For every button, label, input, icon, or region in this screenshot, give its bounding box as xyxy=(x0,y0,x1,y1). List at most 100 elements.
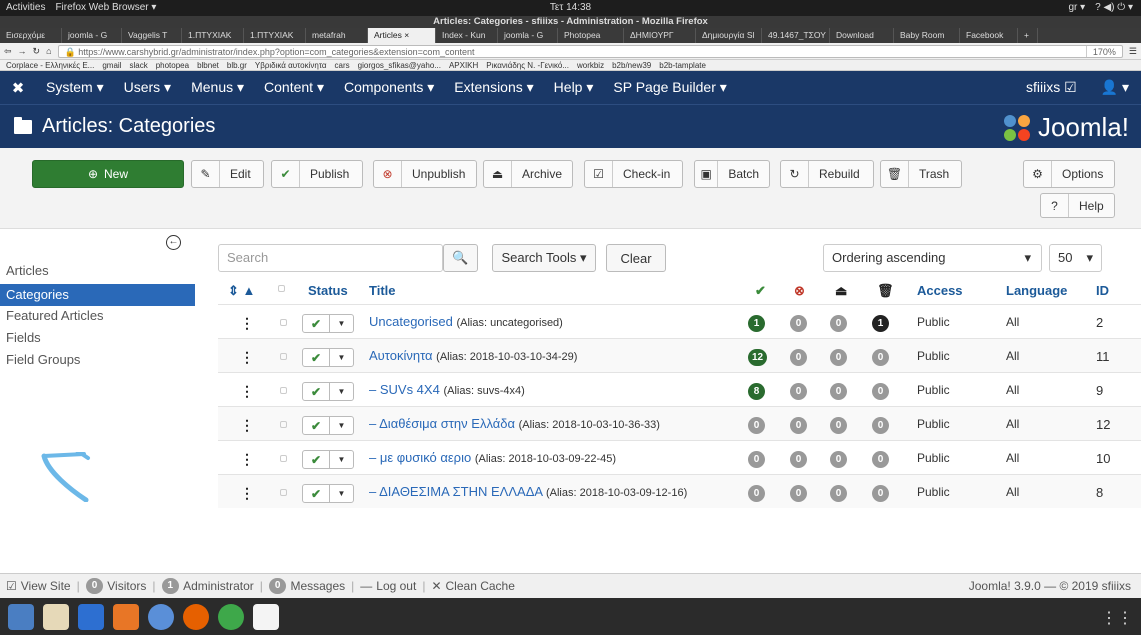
sidebar-item-categories[interactable]: Categories xyxy=(0,284,195,306)
drag-handle-icon[interactable]: ⋮ xyxy=(240,349,254,366)
archived-count-badge[interactable]: 0 xyxy=(830,417,847,434)
clean-cache-link[interactable]: ✕ Clean Cache xyxy=(425,579,520,593)
logout-link[interactable]: — Log out xyxy=(354,579,422,593)
limit-select[interactable]: 50 ▾ xyxy=(1049,244,1102,272)
category-link[interactable]: – SUVs 4X4 xyxy=(369,382,440,397)
menu-sp-page-builder[interactable]: SP Page Builder ▾ xyxy=(603,79,736,96)
system-status-icons[interactable]: ? ◀) ⏻ ▾ xyxy=(1095,2,1133,13)
bookmark[interactable]: b2b/new39 xyxy=(612,60,651,70)
published-count-badge[interactable]: 0 xyxy=(748,417,765,434)
trashed-count-badge[interactable]: 0 xyxy=(872,485,889,502)
user-menu[interactable]: 👤 ▾ xyxy=(1101,79,1129,96)
browser-tab[interactable]: Facebook xyxy=(960,28,1018,43)
archived-count-badge[interactable]: 0 xyxy=(830,485,847,502)
checkin-button[interactable]: ☑ Check-in xyxy=(584,160,683,188)
help-button[interactable]: ? Help xyxy=(1040,193,1115,218)
row-checkbox[interactable] xyxy=(280,387,287,394)
status-column-header[interactable]: Status xyxy=(308,283,348,298)
row-checkbox[interactable] xyxy=(280,489,287,496)
browser-tab[interactable]: metafrah xyxy=(306,28,368,43)
back-icon[interactable]: ⇦ xyxy=(4,46,12,57)
menu-help[interactable]: Help ▾ xyxy=(544,79,604,96)
published-count-badge[interactable]: 0 xyxy=(748,451,765,468)
menu-components[interactable]: Components ▾ xyxy=(334,79,444,96)
batch-button[interactable]: ▣ Batch xyxy=(694,160,770,188)
show-apps-icon[interactable]: ⋮⋮ xyxy=(1101,608,1133,628)
url-field[interactable]: 🔒 https://www.carshybrid.gr/administrato… xyxy=(57,44,1123,58)
publish-button[interactable]: ✔ Publish xyxy=(271,160,363,188)
row-checkbox[interactable] xyxy=(280,319,287,326)
category-link[interactable]: Αυτοκίνητα xyxy=(369,348,433,363)
select-all-checkbox[interactable] xyxy=(278,285,285,292)
browser-tab[interactable]: ΔΗΜΙΟΥΡΓ xyxy=(624,28,696,43)
zoom-level[interactable]: 170% xyxy=(1085,45,1122,57)
bookmark[interactable]: photopea xyxy=(156,60,189,70)
search-tools-button[interactable]: Search Tools ▾ xyxy=(492,244,596,272)
new-tab-button[interactable]: + xyxy=(1018,28,1038,43)
file-manager-icon[interactable] xyxy=(8,603,34,630)
edit-button[interactable]: ✎ Edit xyxy=(191,160,264,188)
id-column-header[interactable]: ID xyxy=(1096,283,1109,298)
unpublish-button[interactable]: ⊗ Unpublish xyxy=(373,160,477,188)
status-toggle[interactable]: ✔ ▼ xyxy=(302,416,354,435)
editor-icon[interactable] xyxy=(253,603,279,630)
search-input[interactable]: Search xyxy=(218,244,443,272)
menu-content[interactable]: Content ▾ xyxy=(254,79,334,96)
drag-handle-icon[interactable]: ⋮ xyxy=(240,451,254,468)
clear-button[interactable]: Clear xyxy=(606,244,666,272)
collapse-sidebar-icon[interactable]: ← xyxy=(166,235,181,250)
unpublished-count-badge[interactable]: 0 xyxy=(790,451,807,468)
unpublished-column-icon[interactable]: ⊗ xyxy=(794,283,805,299)
trashed-count-badge[interactable]: 1 xyxy=(872,315,889,332)
home-icon[interactable]: ⌂ xyxy=(46,46,51,56)
browser-tab[interactable]: joomla - G xyxy=(498,28,558,43)
check-icon[interactable]: ✔ xyxy=(303,315,330,332)
bookmark[interactable]: workbiz xyxy=(577,60,604,70)
category-link[interactable]: – ΔΙΑΘΕΣΙΜΑ ΣΤΗΝ ΕΛΛΑΔΑ xyxy=(369,484,542,499)
row-checkbox[interactable] xyxy=(280,455,287,462)
archived-count-badge[interactable]: 0 xyxy=(830,383,847,400)
drag-handle-icon[interactable]: ⋮ xyxy=(240,417,254,434)
browser-tab[interactable]: Εισερχόμε xyxy=(0,28,62,43)
bookmark[interactable]: b2b-tamplate xyxy=(659,60,706,70)
trashed-count-badge[interactable]: 0 xyxy=(872,451,889,468)
disk-icon[interactable] xyxy=(43,603,69,630)
bookmark[interactable]: blb.gr xyxy=(227,60,247,70)
caret-down-icon[interactable]: ▼ xyxy=(330,315,353,332)
archived-count-badge[interactable]: 0 xyxy=(830,315,847,332)
check-icon[interactable]: ✔ xyxy=(303,485,330,502)
options-button[interactable]: ⚙ Options xyxy=(1023,160,1115,188)
browser-tab[interactable]: 1.ΠΤΥΧΙΑΚ xyxy=(182,28,244,43)
language-column-header[interactable]: Language xyxy=(1006,283,1067,298)
writer-icon[interactable] xyxy=(78,603,104,630)
drag-handle-icon[interactable]: ⋮ xyxy=(240,383,254,400)
access-column-header[interactable]: Access xyxy=(917,283,963,298)
browser-tab[interactable]: Δημιουργία Sl xyxy=(696,28,762,43)
published-count-badge[interactable]: 0 xyxy=(748,485,765,502)
menu-menus[interactable]: Menus ▾ xyxy=(181,79,254,96)
library-icon[interactable]: ☰ xyxy=(1129,46,1137,57)
unpublished-count-badge[interactable]: 0 xyxy=(790,315,807,332)
ordering-column-header[interactable]: ⇕ ▲ xyxy=(228,283,255,299)
title-column-header[interactable]: Title xyxy=(369,283,396,298)
browser-tab[interactable]: Baby Room xyxy=(894,28,960,43)
reload-icon[interactable]: ↻ xyxy=(33,46,41,57)
status-toggle[interactable]: ✔ ▼ xyxy=(302,450,354,469)
status-toggle[interactable]: ✔ ▼ xyxy=(302,314,354,333)
published-column-icon[interactable]: ✔ xyxy=(755,283,766,299)
archived-count-badge[interactable]: 0 xyxy=(830,349,847,366)
software-center-icon[interactable] xyxy=(113,603,139,630)
check-icon[interactable]: ✔ xyxy=(303,349,330,366)
site-link[interactable]: sfiiixs ☑ xyxy=(1026,79,1077,96)
archived-count-badge[interactable]: 0 xyxy=(830,451,847,468)
published-count-badge[interactable]: 12 xyxy=(748,349,768,366)
browser-tab[interactable]: Index - Kun xyxy=(436,28,498,43)
row-checkbox[interactable] xyxy=(280,353,287,360)
sidebar-item-featured-articles[interactable]: Featured Articles xyxy=(0,305,195,327)
unpublished-count-badge[interactable]: 0 xyxy=(790,383,807,400)
unpublished-count-badge[interactable]: 0 xyxy=(790,417,807,434)
browser-tab[interactable]: 49.1467_ΤΣΟΥ xyxy=(762,28,830,43)
status-toggle[interactable]: ✔ ▼ xyxy=(302,382,354,401)
visitors-link[interactable]: 0 Visitors xyxy=(80,578,153,594)
rebuild-button[interactable]: ↻ Rebuild xyxy=(780,160,874,188)
